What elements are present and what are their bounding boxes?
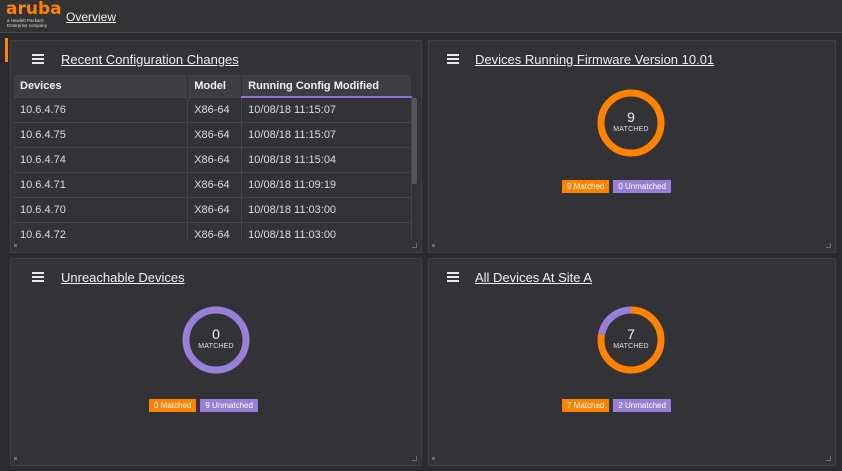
logo-tagline: a Hewlett Packard Enterprise company: [7, 18, 48, 28]
site-a-title[interactable]: All Devices At Site A: [475, 270, 592, 285]
site-a-panel: All Devices At Site A 7 MATCHED 7 Matche…: [428, 258, 836, 466]
panel-resize-handle[interactable]: [412, 243, 417, 248]
device-cell: 10.6.4.72: [14, 221, 189, 240]
modified-cell: 10/08/18 11:15:07: [241, 96, 412, 122]
model-cell: X86-64: [187, 221, 243, 240]
matched-caption: MATCHED: [613, 126, 649, 133]
unmatched-badge[interactable]: 9 Unmatched: [200, 399, 258, 412]
table-row[interactable]: 10.6.4.71 X86-64 10/08/18 11:09:19: [14, 171, 412, 197]
modified-cell: 10/08/18 11:15:04: [241, 146, 412, 172]
legend: 0 Matched 9 Unmatched: [149, 399, 262, 412]
model-cell: X86-64: [187, 171, 243, 197]
list-icon[interactable]: [447, 272, 459, 282]
table-row[interactable]: 10.6.4.75 X86-64 10/08/18 11:15:07: [14, 121, 412, 147]
modified-cell: 10/08/18 11:09:19: [241, 171, 412, 197]
matched-caption: MATCHED: [198, 343, 234, 350]
matched-count: 0: [212, 326, 220, 342]
matched-badge[interactable]: 0 Matched: [149, 399, 197, 412]
active-section-indicator: [5, 38, 8, 62]
firmware-donut[interactable]: 9 MATCHED: [596, 88, 666, 158]
panel-drag-handle[interactable]: [14, 457, 17, 460]
recent-config-changes-panel: Recent Configuration Changes Devices Mod…: [10, 40, 422, 253]
config-changes-table: Devices Model Running Config Modified 10…: [14, 75, 419, 240]
device-cell: 10.6.4.71: [14, 171, 189, 197]
modified-cell: 10/08/18 11:03:00: [241, 196, 412, 222]
device-cell: 10.6.4.74: [14, 146, 189, 172]
unreachable-donut[interactable]: 0 MATCHED: [181, 305, 251, 375]
top-bar: aruba a Hewlett Packard Enterprise compa…: [0, 0, 842, 33]
panel-header: Recent Configuration Changes: [11, 41, 421, 75]
panel-header: Unreachable Devices: [11, 259, 421, 293]
site-a-donut[interactable]: 7 MATCHED: [596, 305, 666, 375]
overview-link[interactable]: Overview: [66, 10, 116, 24]
column-header-model[interactable]: Model: [187, 75, 243, 97]
legend: 9 Matched 0 Unmatched: [562, 180, 675, 193]
device-cell: 10.6.4.70: [14, 196, 189, 222]
model-cell: X86-64: [187, 196, 243, 222]
matched-count: 9: [627, 109, 635, 125]
matched-caption: MATCHED: [613, 343, 649, 350]
matched-count: 7: [627, 326, 635, 342]
panel-drag-handle[interactable]: [432, 244, 435, 247]
table-row[interactable]: 10.6.4.74 X86-64 10/08/18 11:15:04: [14, 146, 412, 172]
panel-resize-handle[interactable]: [412, 456, 417, 461]
table-scrollbar[interactable]: [412, 98, 417, 184]
unmatched-badge[interactable]: 2 Unmatched: [613, 399, 671, 412]
column-header-running-config-modified[interactable]: Running Config Modified: [241, 75, 412, 98]
device-cell: 10.6.4.75: [14, 121, 189, 147]
matched-badge[interactable]: 7 Matched: [562, 399, 610, 412]
table-row[interactable]: 10.6.4.72 X86-64 10/08/18 11:03:00: [14, 221, 412, 240]
model-cell: X86-64: [187, 121, 243, 147]
legend: 7 Matched 2 Unmatched: [562, 399, 675, 412]
table-row[interactable]: 10.6.4.76 X86-64 10/08/18 11:15:07: [14, 96, 412, 122]
panel-resize-handle[interactable]: [826, 456, 831, 461]
panel-drag-handle[interactable]: [432, 457, 435, 460]
device-cell: 10.6.4.76: [14, 96, 189, 122]
panel-header: Devices Running Firmware Version 10.01: [429, 41, 835, 75]
firmware-panel: Devices Running Firmware Version 10.01 9…: [428, 40, 836, 253]
panel-resize-handle[interactable]: [826, 243, 831, 248]
panel-drag-handle[interactable]: [14, 244, 17, 247]
aruba-logo[interactable]: aruba a Hewlett Packard Enterprise compa…: [6, 0, 62, 30]
logo-wordmark: aruba: [6, 0, 62, 19]
modified-cell: 10/08/18 11:15:07: [241, 121, 412, 147]
list-icon[interactable]: [32, 54, 44, 64]
modified-cell: 10/08/18 11:03:00: [241, 221, 412, 240]
table-header-row: Devices Model Running Config Modified: [14, 75, 412, 98]
list-icon[interactable]: [447, 54, 459, 64]
column-header-devices[interactable]: Devices: [14, 75, 189, 97]
unreachable-devices-title[interactable]: Unreachable Devices: [61, 270, 185, 285]
model-cell: X86-64: [187, 96, 243, 122]
unreachable-devices-panel: Unreachable Devices 0 MATCHED 0 Matched 9…: [10, 258, 422, 466]
list-icon[interactable]: [32, 272, 44, 282]
recent-config-changes-title[interactable]: Recent Configuration Changes: [61, 52, 239, 67]
model-cell: X86-64: [187, 146, 243, 172]
matched-badge[interactable]: 9 Matched: [562, 180, 610, 193]
table-row[interactable]: 10.6.4.70 X86-64 10/08/18 11:03:00: [14, 196, 412, 222]
panel-header: All Devices At Site A: [429, 259, 835, 293]
firmware-title[interactable]: Devices Running Firmware Version 10.01: [475, 52, 714, 67]
unmatched-badge[interactable]: 0 Unmatched: [613, 180, 671, 193]
